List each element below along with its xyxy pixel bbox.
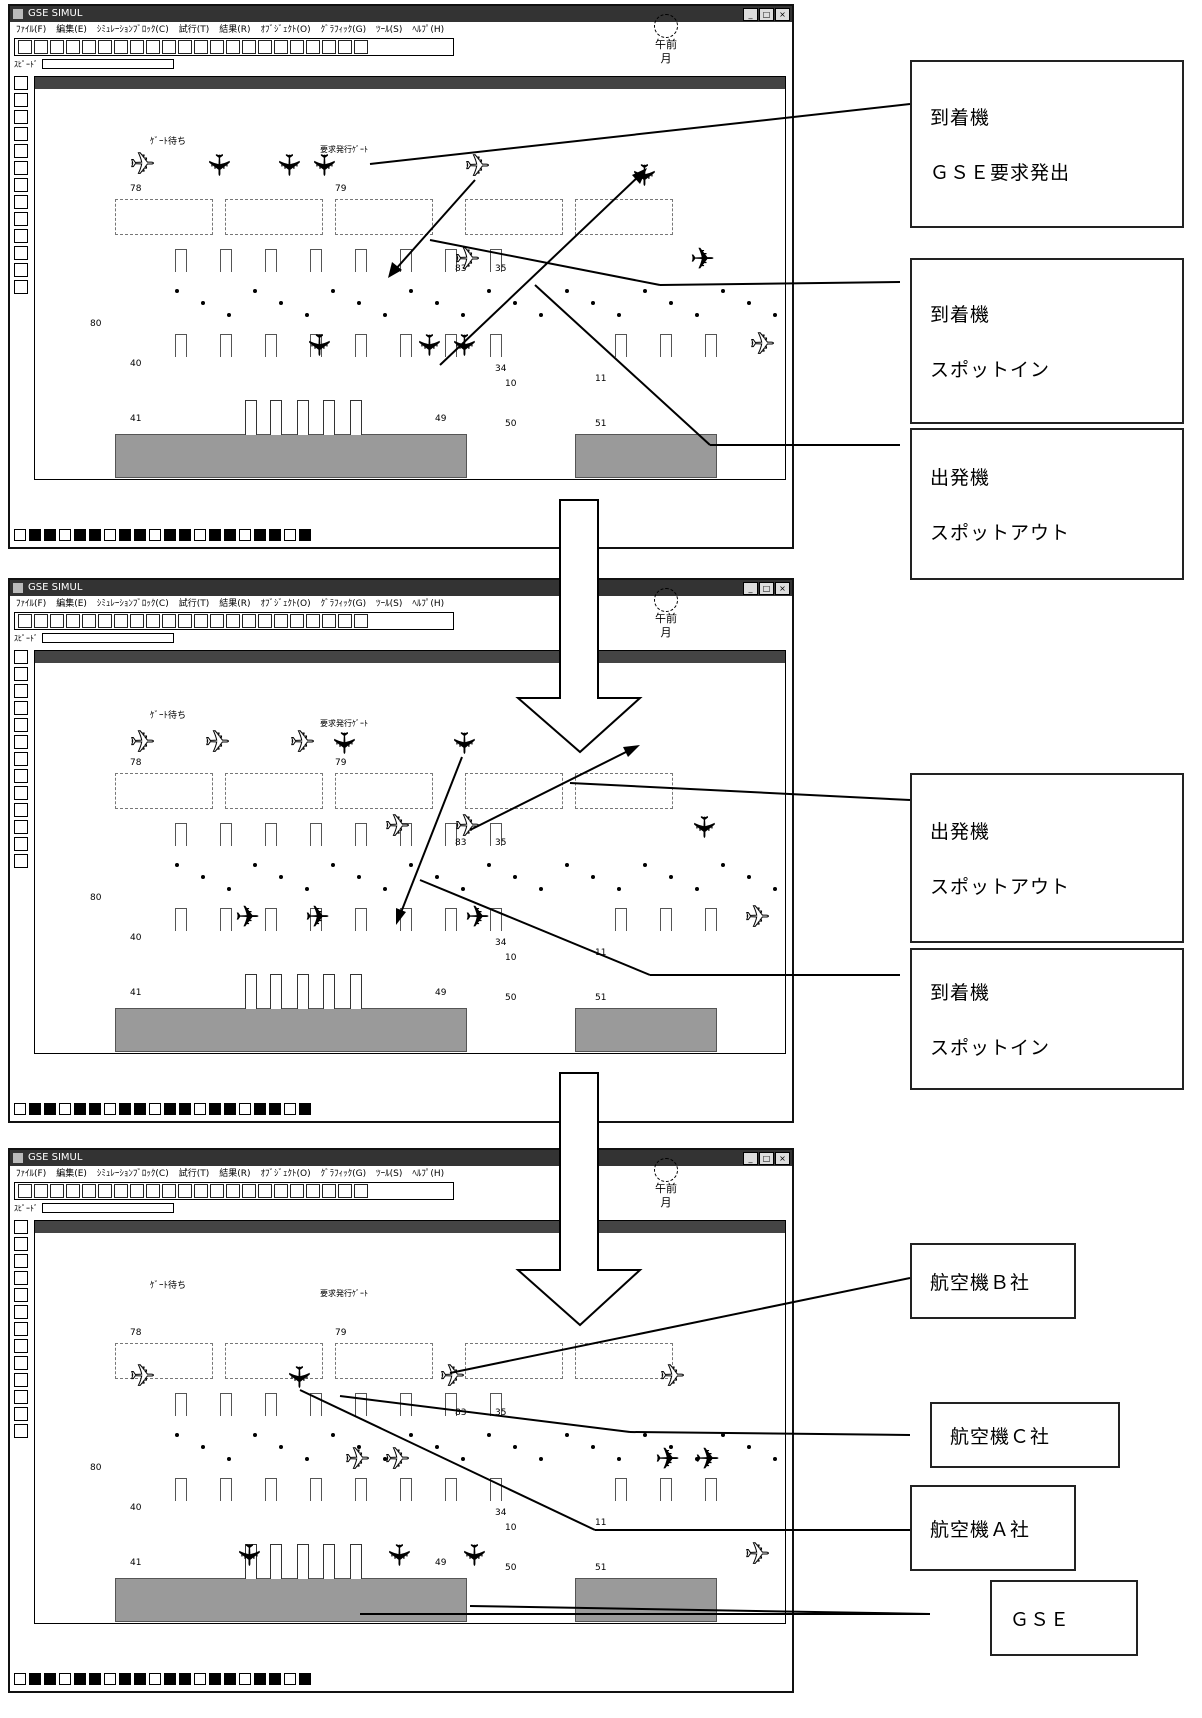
annotation-leader-lines: [299, 103, 931, 1615]
